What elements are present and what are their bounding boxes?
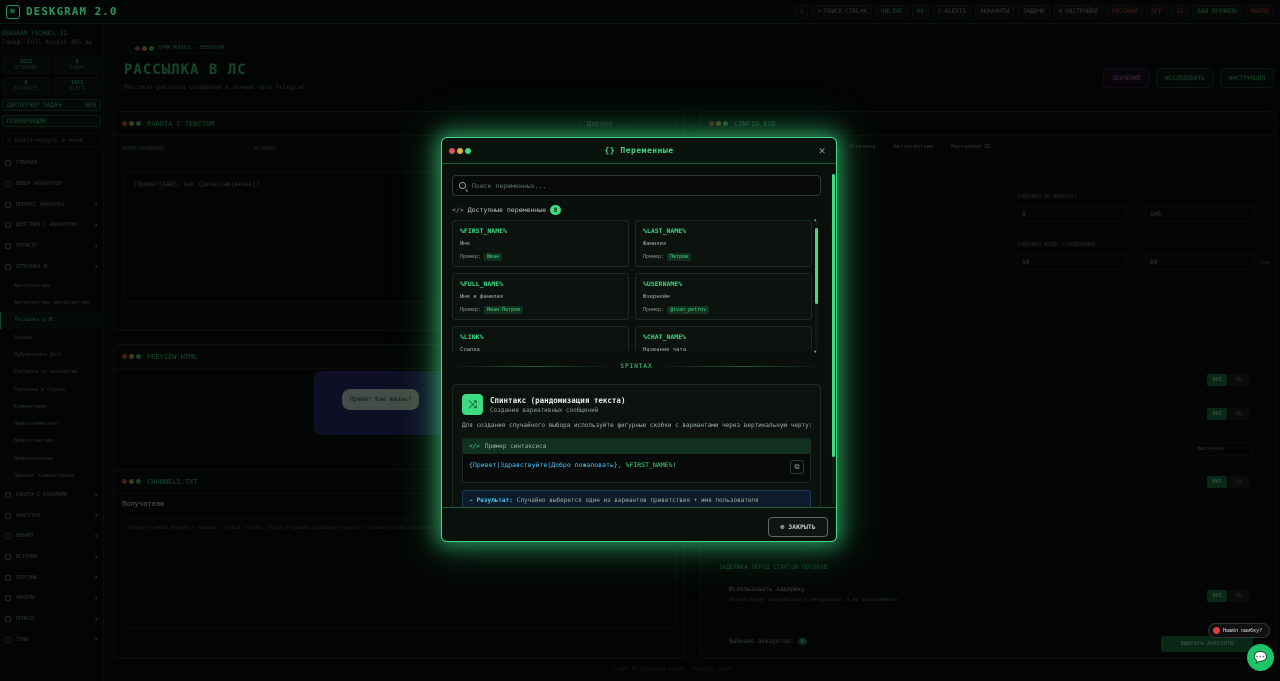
modal-header: {} Переменные ✕ (442, 138, 836, 164)
code-icon: </> (469, 443, 480, 450)
variable-description: Имя и фамилия (460, 294, 504, 300)
variable-card[interactable]: %FIRST_NAME% Имя Пример: Иван (452, 220, 629, 267)
variables-search-input[interactable]: Поиск переменных... (452, 175, 821, 196)
variable-card[interactable]: %LAST_NAME% Фамилия Пример: Петров (635, 220, 812, 267)
spintax-title: Спинтакс (рандомизация текста) (490, 396, 626, 405)
available-variables-heading: </> Доступные переменные 8 (452, 205, 562, 215)
modal-title: {} Переменные (604, 146, 674, 155)
variable-name: %LAST_NAME% (643, 227, 687, 235)
copy-icon[interactable]: ⧉ (790, 460, 804, 474)
variable-name: %CHAT_NAME% (643, 333, 687, 341)
bug-icon (1213, 627, 1220, 634)
variable-example: Пример: @ivan_petrov (643, 306, 804, 314)
scroll-up-icon[interactable]: ▲ (814, 217, 816, 222)
variable-card[interactable]: %LINK% Ссылка (452, 326, 629, 351)
spintax-subtitle: Создание вариативных сообщений (490, 407, 599, 414)
variables-count-badge: 8 (550, 205, 562, 215)
variable-description: Название чата (643, 347, 687, 351)
variable-example: Пример: Иван (460, 253, 621, 261)
close-icon[interactable]: ✕ (815, 144, 829, 158)
syntax-code: {Привет|Здравствуйте|Добро пожаловать}, … (469, 461, 677, 469)
variable-description: Юзернейм (643, 294, 670, 300)
modal-footer: ⊗ ЗАКРЫТЬ (442, 507, 836, 541)
variable-name: %USERNAME% (643, 280, 683, 288)
variables-modal: {} Переменные ✕ Поиск переменных... </> … (441, 137, 837, 542)
variable-description: Фамилия (643, 241, 667, 247)
variables-list: %FIRST_NAME% Имя Пример: Иван %LAST_NAME% Фам… (452, 220, 812, 351)
syntax-result: → Результат: Случайно выберется один из … (462, 490, 811, 507)
modal-scrollbar[interactable] (832, 174, 835, 504)
variable-description: Ссылка (460, 347, 480, 351)
variable-card[interactable]: %CHAT_NAME% Название чата (635, 326, 812, 351)
close-circle-icon: ⊗ (780, 523, 785, 531)
close-button[interactable]: ⊗ ЗАКРЫТЬ (768, 517, 828, 537)
variable-name: %FIRST_NAME% (460, 227, 507, 235)
search-icon (459, 182, 466, 189)
variable-card[interactable]: %USERNAME% Юзернейм Пример: @ivan_petrov (635, 273, 812, 320)
variable-example: Пример: Петров (643, 253, 804, 261)
variable-name: %FULL_NAME% (460, 280, 504, 288)
syntax-header: </> Пример синтаксиса (463, 439, 810, 454)
variable-name: %LINK% (460, 333, 484, 341)
variable-example: Пример: Иван Петров (460, 306, 621, 314)
code-icon: </> (452, 206, 464, 214)
modal-body: Поиск переменных... </> Доступные переме… (442, 164, 836, 507)
variable-card[interactable]: %FULL_NAME% Имя и фамилия Пример: Иван Петр… (452, 273, 629, 320)
variables-scrollbar[interactable]: ▲ ▼ (814, 217, 818, 354)
shuffle-icon: ⤨ (462, 394, 483, 415)
syntax-example: </> Пример синтаксиса {Привет|Здравствуйт… (462, 438, 811, 483)
spintax-description: Для создания случайного выбора используй… (462, 422, 813, 429)
spintax-divider: SPINTAX (452, 363, 821, 370)
bug-report-bubble[interactable]: Нашёл ошибку? (1208, 623, 1270, 638)
arrow-right-icon: → (469, 496, 473, 504)
spintax-card: ⤨ Спинтакс (рандомизация текста) Создани… (452, 384, 821, 507)
chat-icon[interactable]: 💬 (1247, 644, 1274, 671)
scroll-down-icon[interactable]: ▼ (814, 349, 816, 354)
variable-description: Имя (460, 241, 470, 247)
